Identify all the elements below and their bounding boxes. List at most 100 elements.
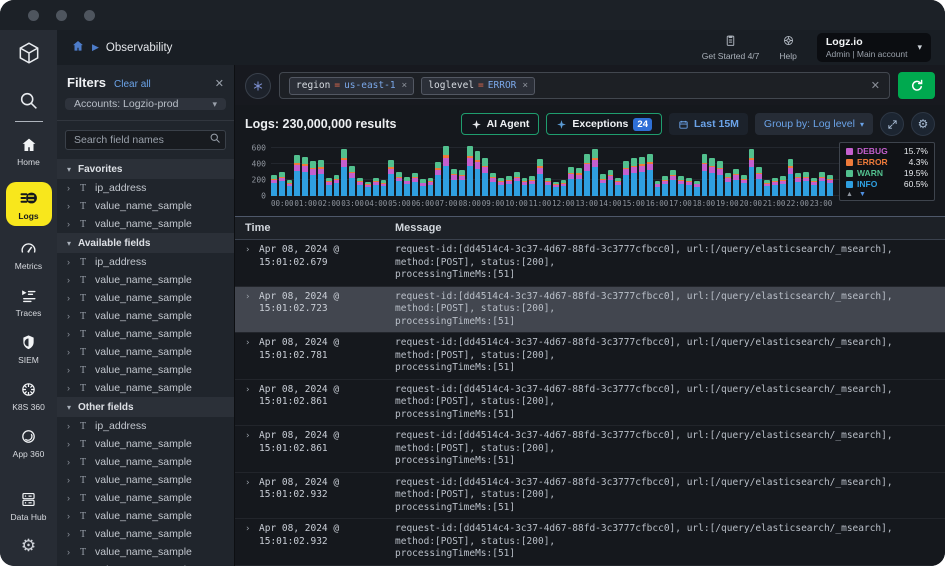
window-control-dot[interactable] <box>28 9 39 21</box>
filter-chip-region[interactable]: region = us-east-1 × <box>289 76 415 95</box>
sidebar-item-data-hub[interactable]: Data Hub <box>11 490 46 522</box>
sort-ascending-icon[interactable]: ▲ <box>846 191 853 198</box>
expand-row-icon[interactable]: › <box>245 523 259 561</box>
histogram-bar[interactable] <box>411 172 418 196</box>
histogram-bar[interactable] <box>685 177 692 196</box>
sidebar-item-metrics[interactable]: Metrics <box>15 239 42 271</box>
time-range-button[interactable]: Last 15M <box>668 113 748 135</box>
histogram-bar[interactable] <box>474 151 481 196</box>
log-table-row[interactable]: › Apr 08, 2024 @ 15:01:02.932 request-id… <box>235 473 945 519</box>
histogram-bar[interactable] <box>795 172 802 196</box>
histogram-bar[interactable] <box>278 172 285 196</box>
histogram-bar[interactable] <box>615 177 622 196</box>
histogram-bar[interactable] <box>631 158 637 196</box>
histogram-bar[interactable] <box>560 180 567 196</box>
field-section-header[interactable]: ▾ Available fields <box>57 233 234 253</box>
histogram-bar[interactable] <box>513 172 520 196</box>
sort-descending-icon[interactable]: ▼ <box>859 191 866 198</box>
histogram-bar[interactable] <box>537 159 543 196</box>
field-list-item[interactable]: › T value_name_sample <box>57 343 234 361</box>
expand-row-icon[interactable]: › <box>245 384 259 422</box>
histogram-bar[interactable] <box>271 175 277 196</box>
logzio-logo-icon[interactable] <box>16 40 42 66</box>
refresh-button[interactable] <box>898 72 935 99</box>
sidebar-item-siem[interactable]: SIEM <box>18 333 39 365</box>
histogram-bar[interactable] <box>584 154 590 196</box>
field-list-item[interactable]: › T ip_address <box>57 179 234 197</box>
histogram-bar[interactable] <box>818 172 825 196</box>
sidebar-item-app-360[interactable]: App 360 <box>13 427 44 459</box>
accounts-dropdown[interactable]: Accounts: Logzio-prod ▾ <box>65 98 226 110</box>
histogram-bar[interactable] <box>419 179 426 196</box>
histogram-bar[interactable] <box>599 174 606 196</box>
histogram-bar[interactable] <box>772 177 778 196</box>
histogram-bar[interactable] <box>349 165 356 196</box>
histogram-bar[interactable] <box>310 160 316 196</box>
histogram-bar[interactable] <box>787 159 794 196</box>
histogram-bar[interactable] <box>317 160 324 196</box>
help-button[interactable]: Help <box>779 34 797 61</box>
histogram-bar[interactable] <box>372 177 379 196</box>
legend-item[interactable]: WARN 19.5% <box>846 168 928 178</box>
histogram-bar[interactable] <box>678 176 684 196</box>
histogram-bar[interactable] <box>725 172 731 196</box>
histogram-bar[interactable] <box>623 160 630 196</box>
log-table-row[interactable]: › Apr 08, 2024 @ 15:01:02.781 request-id… <box>235 333 945 380</box>
ai-assistant-icon[interactable] <box>245 72 271 99</box>
field-list-item[interactable]: › T value_name_sample <box>57 215 234 233</box>
field-list-item[interactable]: › T value_name_sample <box>57 471 234 489</box>
histogram-bar[interactable] <box>505 176 512 196</box>
histogram-bar[interactable] <box>294 155 301 196</box>
histogram-bar[interactable] <box>701 154 708 196</box>
get-started-button[interactable]: Get Started 4/7 <box>702 34 759 61</box>
log-table-row[interactable]: › Apr 08, 2024 @ 15:01:02.861 request-id… <box>235 426 945 473</box>
exceptions-button[interactable]: Exceptions 24 <box>546 113 662 135</box>
histogram-bar[interactable] <box>779 176 786 196</box>
chip-remove-icon[interactable]: × <box>522 80 528 91</box>
histogram-bar[interactable] <box>638 156 645 196</box>
chip-remove-icon[interactable]: × <box>402 80 408 91</box>
histogram-bar[interactable] <box>380 180 387 196</box>
histogram-bar[interactable] <box>404 176 410 196</box>
histogram-bar[interactable] <box>529 176 536 196</box>
histogram-bar[interactable] <box>341 148 348 196</box>
ai-agent-button[interactable]: AI Agent <box>460 113 540 135</box>
histogram-bar[interactable] <box>544 177 551 196</box>
histogram-bar[interactable] <box>521 177 528 196</box>
histogram-bar[interactable] <box>482 158 489 196</box>
expand-chart-button[interactable] <box>880 112 904 136</box>
histogram-bar[interactable] <box>591 148 598 196</box>
histogram-bar[interactable] <box>662 176 669 196</box>
log-table-row[interactable]: › Apr 08, 2024 @ 15:01:02.932 request-id… <box>235 519 945 566</box>
field-list-item[interactable]: › T value_name_sample <box>57 453 234 471</box>
histogram-bar[interactable] <box>443 145 450 196</box>
histogram-bar[interactable] <box>654 180 661 196</box>
field-list-item[interactable]: › T value_name_sample <box>57 289 234 307</box>
histogram-bar[interactable] <box>498 177 504 196</box>
column-header-time[interactable]: Time <box>245 222 395 234</box>
field-section-header[interactable]: ▾ Favorites <box>57 159 234 179</box>
histogram-bar[interactable] <box>803 172 810 196</box>
field-list-item[interactable]: › T value_name_sample <box>57 561 234 566</box>
window-control-dot[interactable] <box>56 9 67 21</box>
account-switcher[interactable]: Logz.io Admin | Main account ▾ <box>816 33 931 62</box>
histogram-bar[interactable] <box>732 168 739 196</box>
sidebar-item-logs[interactable]: Logs <box>5 182 52 226</box>
histogram-bar[interactable] <box>333 175 340 196</box>
histogram-bar[interactable] <box>576 168 583 196</box>
histogram-bar[interactable] <box>364 181 371 196</box>
legend-item[interactable]: DEBUG 15.7% <box>846 146 928 156</box>
expand-row-icon[interactable]: › <box>245 477 259 515</box>
breadcrumb-page[interactable]: Observability <box>106 42 172 54</box>
histogram-bar[interactable] <box>748 148 755 196</box>
legend-item[interactable]: INFO 60.5% <box>846 179 928 189</box>
sidebar-item-home[interactable]: Home <box>17 136 40 167</box>
log-table-row[interactable]: › Apr 08, 2024 @ 15:01:02.723 request-id… <box>235 286 945 333</box>
histogram-bar[interactable] <box>451 168 457 196</box>
histogram-bar[interactable] <box>811 177 817 196</box>
histogram-bar[interactable] <box>552 181 559 196</box>
sidebar-item-k8s-360[interactable]: K8S 360 <box>12 380 45 412</box>
query-clear-icon[interactable]: ✕ <box>871 79 880 92</box>
histogram-bar[interactable] <box>435 161 442 196</box>
group-by-dropdown[interactable]: Group by: Log level ▾ <box>754 113 873 135</box>
